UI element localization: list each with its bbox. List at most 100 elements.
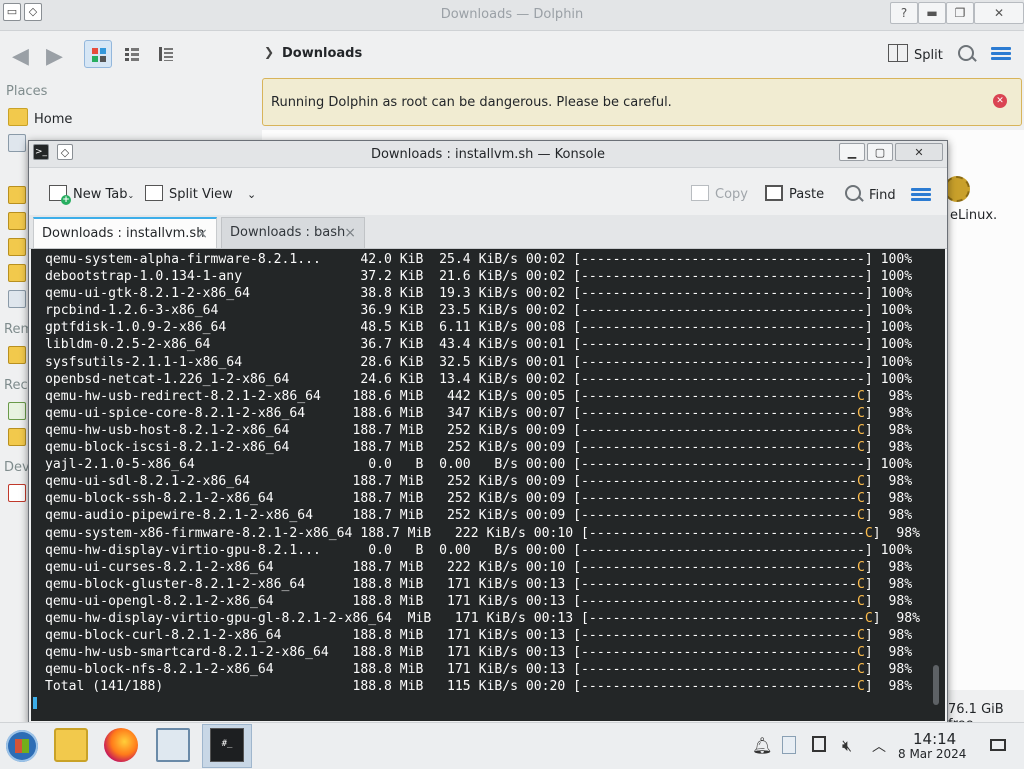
clock-date[interactable]: 8 Mar 2024 bbox=[898, 747, 966, 761]
help-button[interactable]: ? bbox=[890, 2, 918, 24]
system-settings-icon[interactable] bbox=[156, 728, 190, 762]
keep-below-button[interactable]: ▬ bbox=[918, 2, 946, 24]
firefox-icon[interactable] bbox=[104, 728, 138, 762]
terminal-line: qemu-block-iscsi-8.2.1-2-x86_64 188.7 Mi… bbox=[45, 440, 913, 456]
terminal-cursor bbox=[33, 697, 37, 709]
tab-installvm[interactable]: Downloads : installvm.sh × bbox=[33, 217, 217, 248]
recent-locations-icon[interactable] bbox=[8, 428, 26, 446]
terminal-line: debootstrap-1.0.134-1-any 37.2 KiB 21.6 … bbox=[45, 269, 913, 285]
downloads-folder-icon[interactable] bbox=[8, 186, 26, 204]
close-button[interactable]: ✕ bbox=[895, 143, 943, 161]
dolphin-titlebar[interactable]: ▭ ◇ Downloads — Dolphin ? ▬ ❐ ✕ bbox=[0, 0, 1024, 31]
maximize-button[interactable]: ▢ bbox=[867, 143, 893, 161]
hamburger-menu-icon[interactable] bbox=[911, 188, 931, 202]
tab-label: Downloads : bash bbox=[230, 225, 346, 240]
paste-button[interactable]: Paste bbox=[765, 185, 824, 202]
places-home[interactable]: Home bbox=[8, 108, 72, 128]
recent-heading: Rec bbox=[4, 378, 28, 393]
warning-close-icon[interactable]: ✕ bbox=[993, 94, 1007, 108]
terminal-line: openbsd-netcat-1.226_1-2-x86_64 24.6 KiB… bbox=[45, 371, 913, 387]
places-heading: Places bbox=[6, 84, 48, 99]
terminal-line: rpcbind-1.2.6-3-x86_64 36.9 KiB 23.5 KiB… bbox=[45, 303, 913, 319]
split-label: Split bbox=[914, 48, 943, 63]
terminal-line: gptfdisk-1.0.9-2-x86_64 48.5 KiB 6.11 Ki… bbox=[45, 320, 913, 336]
forward-arrow-icon[interactable]: ▶ bbox=[46, 44, 63, 69]
hamburger-menu-icon[interactable] bbox=[991, 47, 1011, 61]
terminal-line: qemu-ui-sdl-8.2.1-2-x86_64 188.7 MiB 252… bbox=[45, 474, 913, 490]
home-folder-icon bbox=[8, 108, 28, 126]
compact-view-button[interactable] bbox=[118, 40, 146, 68]
music-folder-icon[interactable] bbox=[8, 212, 26, 230]
copy-icon bbox=[691, 185, 709, 201]
battery-icon[interactable] bbox=[812, 736, 826, 752]
terminal-line: qemu-hw-usb-host-8.2.1-2-x86_64 188.7 Mi… bbox=[45, 422, 913, 438]
root-warning-text: Running Dolphin as root can be dangerous… bbox=[271, 95, 672, 110]
details-view-icon bbox=[159, 47, 173, 61]
terminal-line: qemu-block-curl-8.2.1-2-x86_64 188.8 MiB… bbox=[45, 628, 913, 644]
terminal-line: qemu-ui-curses-8.2.1-2-x86_64 188.7 MiB … bbox=[45, 559, 913, 575]
tab-bash[interactable]: Downloads : bash × bbox=[221, 217, 365, 248]
notifications-icon[interactable]: 🔔︎ bbox=[752, 736, 772, 755]
file-manager-icon[interactable] bbox=[54, 728, 88, 762]
trash-icon[interactable] bbox=[8, 290, 26, 308]
paste-icon bbox=[765, 185, 783, 201]
clipboard-icon[interactable] bbox=[782, 736, 796, 754]
back-arrow-icon[interactable]: ◀ bbox=[12, 44, 29, 69]
restore-button[interactable]: ❐ bbox=[946, 2, 974, 24]
chevron-up-icon[interactable]: ︿ bbox=[872, 736, 886, 756]
find-label: Find bbox=[869, 188, 896, 203]
search-icon[interactable] bbox=[958, 45, 974, 61]
chevron-down-icon[interactable]: ⌄ bbox=[247, 188, 256, 201]
network-icon[interactable] bbox=[8, 134, 26, 152]
terminal-view[interactable]: qemu-system-alpha-firmware-8.2.1... 42.0… bbox=[31, 249, 945, 721]
split-view-label: Split View bbox=[169, 187, 233, 202]
search-icon bbox=[845, 185, 861, 201]
videos-folder-icon[interactable] bbox=[8, 264, 26, 282]
terminal-line: qemu-audio-pipewire-8.2.1-2-x86_64 188.7… bbox=[45, 508, 913, 524]
network-folder-icon[interactable] bbox=[8, 346, 26, 364]
root-warning-bar: Running Dolphin as root can be dangerous… bbox=[262, 78, 1022, 126]
konsole-task-icon[interactable]: #_ bbox=[210, 728, 244, 762]
copy-label: Copy bbox=[715, 187, 748, 202]
taskbar bbox=[0, 722, 1024, 769]
breadcrumb[interactable]: Downloads bbox=[282, 46, 362, 61]
pictures-folder-icon[interactable] bbox=[8, 238, 26, 256]
new-tab-label: New Tab bbox=[73, 187, 128, 202]
icons-view-icon bbox=[92, 48, 106, 62]
terminal-output[interactable]: qemu-system-alpha-firmware-8.2.1... 42.0… bbox=[45, 251, 920, 695]
terminal-line: Total (141/188) 188.8 MiB 115 KiB/s 00:2… bbox=[45, 679, 913, 695]
terminal-line: qemu-hw-usb-redirect-8.2.1-2-x86_64 188.… bbox=[45, 388, 913, 404]
drive-icon[interactable] bbox=[8, 484, 26, 502]
recent-files-icon[interactable] bbox=[8, 402, 26, 420]
terminal-line: qemu-block-gluster-8.2.1-2-x86_64 188.8 … bbox=[45, 576, 913, 592]
terminal-line: yajl-2.1.0-5-x86_64 0.0 B 0.00 B/s 00:00… bbox=[45, 457, 913, 473]
terminal-scrollbar[interactable] bbox=[933, 665, 939, 705]
terminal-line: qemu-ui-spice-core-8.2.1-2-x86_64 188.6 … bbox=[45, 405, 913, 421]
icons-view-button[interactable] bbox=[84, 40, 112, 68]
show-desktop-icon[interactable] bbox=[990, 739, 1006, 751]
terminal-line: qemu-hw-display-virtio-gpu-gl-8.2.1-2-x8… bbox=[45, 610, 921, 626]
new-tab-button[interactable]: + New Tab⌄ bbox=[49, 185, 134, 205]
minimize-button[interactable]: ▁ bbox=[839, 143, 865, 161]
terminal-line: qemu-block-ssh-8.2.1-2-x86_64 188.7 MiB … bbox=[45, 491, 913, 507]
volume-muted-icon[interactable]: 🔇︎ bbox=[842, 736, 852, 756]
split-icon bbox=[888, 44, 908, 62]
split-view-icon bbox=[145, 185, 163, 201]
compact-view-icon bbox=[125, 48, 139, 61]
konsole-titlebar[interactable]: >_ ◇ Downloads : installvm.sh — Konsole … bbox=[29, 141, 947, 168]
close-tab-icon[interactable]: × bbox=[344, 218, 356, 248]
start-menu-icon[interactable] bbox=[6, 730, 38, 762]
copy-button[interactable]: Copy bbox=[691, 185, 748, 202]
breadcrumb-chevron-icon: ❯ bbox=[264, 45, 275, 59]
clock-time[interactable]: 14:14 bbox=[913, 730, 956, 748]
file-name-fragment[interactable]: eLinux. bbox=[950, 208, 997, 223]
paste-label: Paste bbox=[789, 187, 825, 202]
close-button[interactable]: ✕ bbox=[974, 2, 1024, 24]
find-button[interactable]: Find bbox=[845, 185, 896, 203]
konsole-window: >_ ◇ Downloads : installvm.sh — Konsole … bbox=[28, 140, 948, 724]
details-view-button[interactable] bbox=[152, 40, 180, 68]
close-tab-icon[interactable]: × bbox=[196, 219, 208, 249]
terminal-line: qemu-hw-usb-smartcard-8.2.1-2-x86_64 188… bbox=[45, 645, 913, 661]
split-view-button[interactable]: Split View ⌄ bbox=[145, 185, 256, 202]
split-button[interactable]: Split bbox=[888, 44, 943, 63]
